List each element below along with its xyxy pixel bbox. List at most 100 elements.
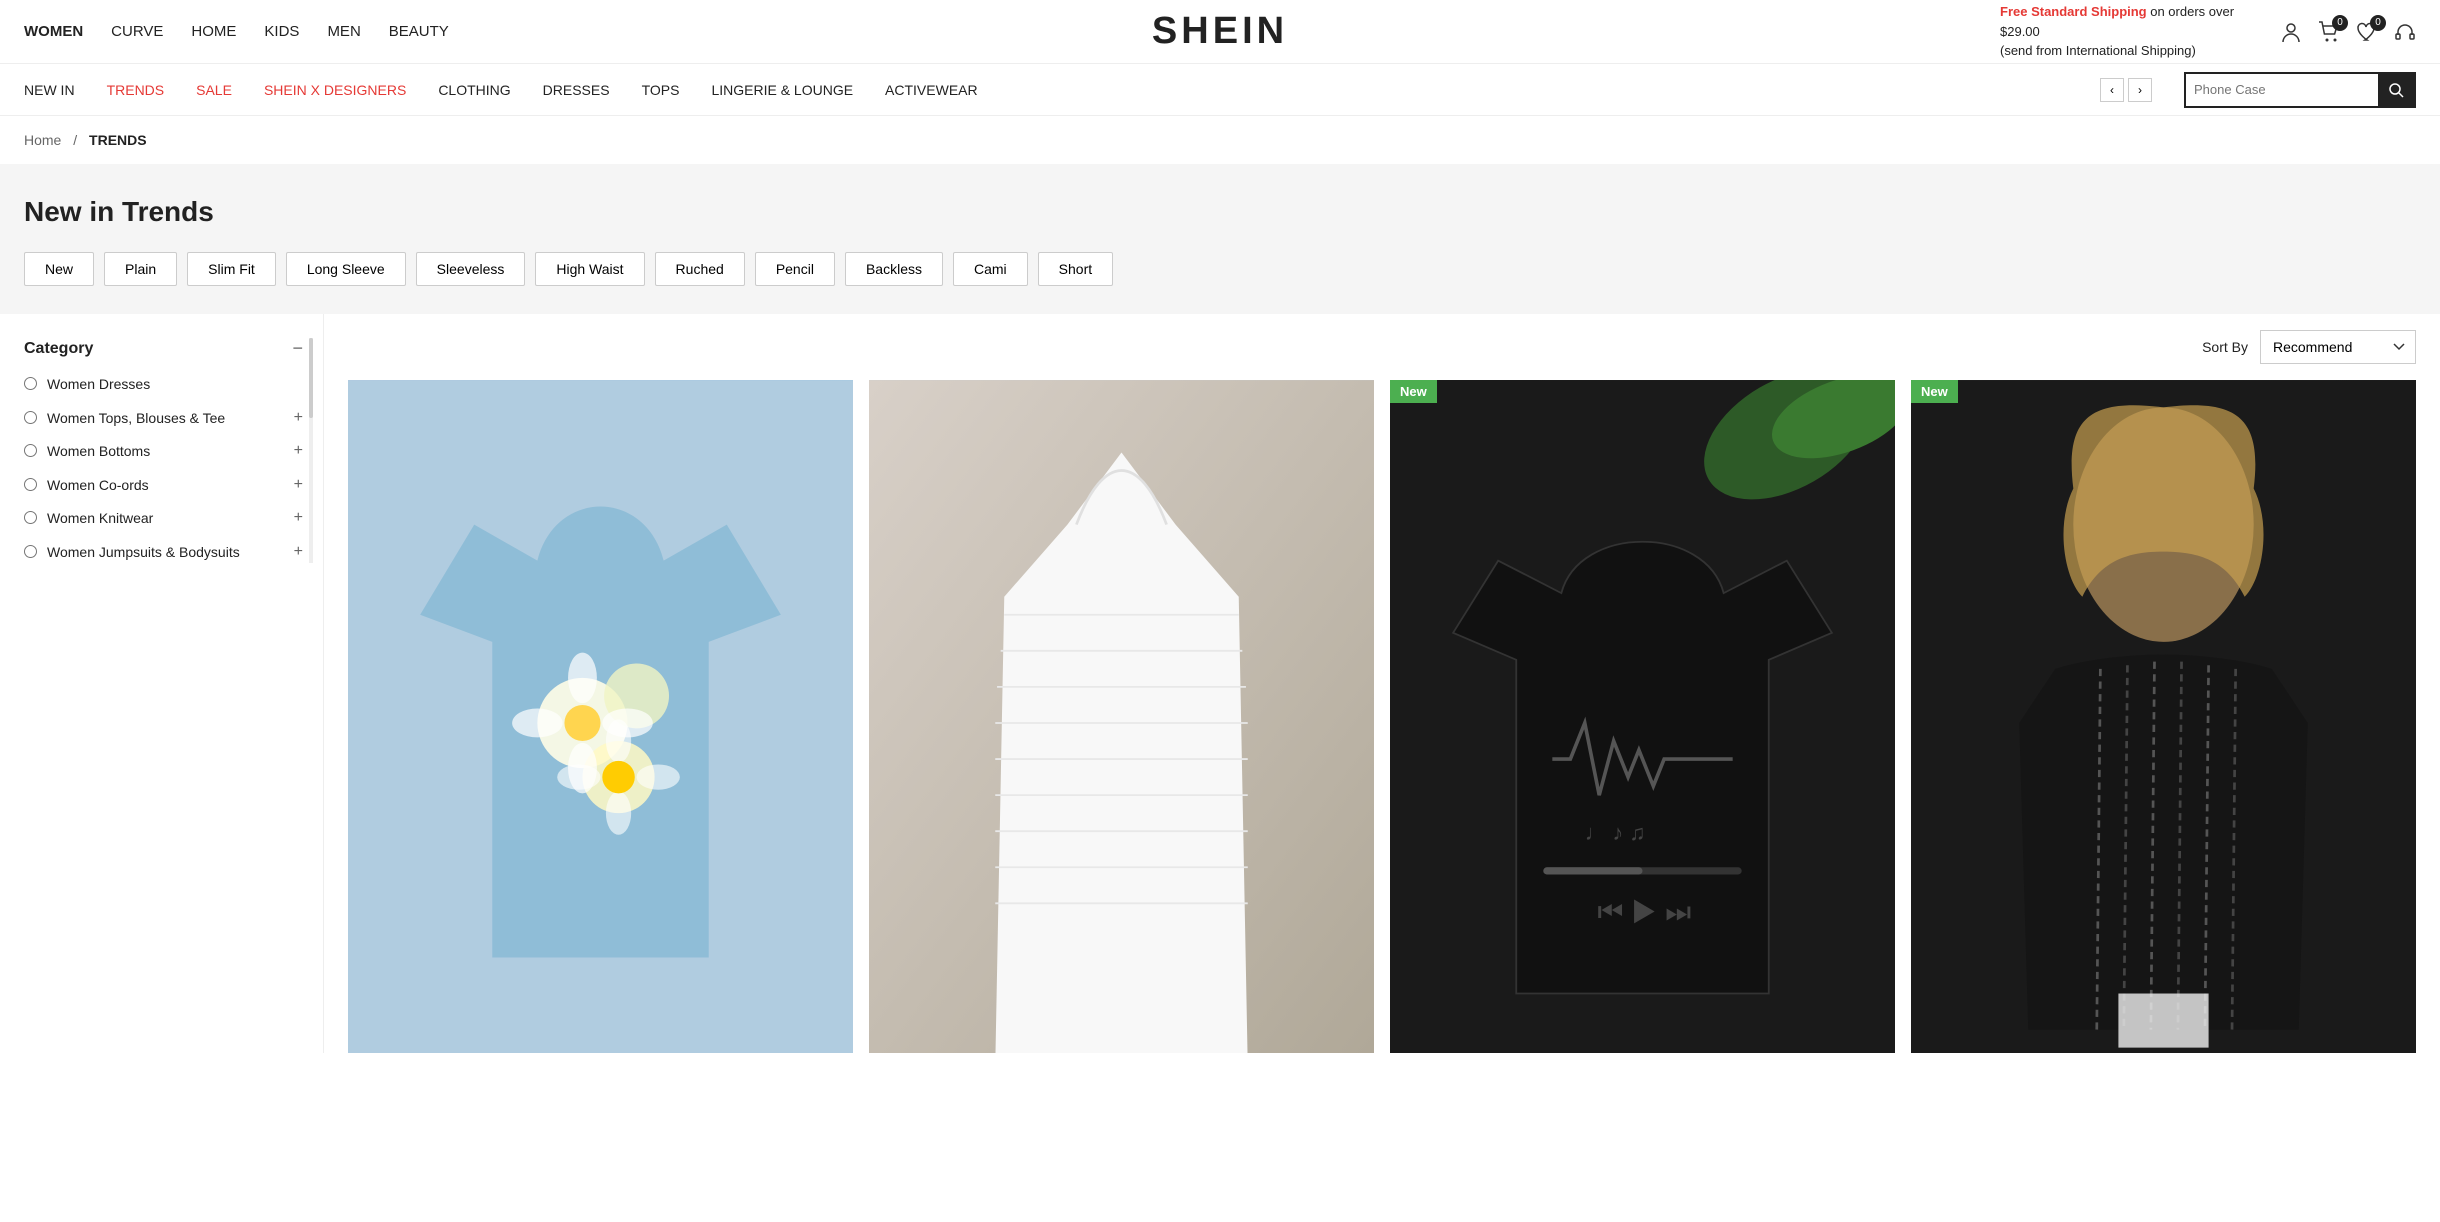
category-radio-bottoms[interactable] bbox=[24, 444, 37, 457]
shipping-info: Free Standard Shipping on orders over $2… bbox=[2000, 2, 2260, 61]
sec-nav-lingerie[interactable]: LINGERIE & LOUNGE bbox=[711, 82, 853, 98]
expand-jumpsuits-button[interactable]: + bbox=[294, 543, 303, 561]
sec-nav-sale[interactable]: SALE bbox=[196, 82, 232, 98]
nav-curve[interactable]: CURVE bbox=[111, 23, 163, 40]
product-area: Sort By Recommend Most Popular Newest Pr… bbox=[324, 314, 2416, 1053]
svg-text:♩ ♪ ♫: ♩ ♪ ♫ bbox=[1585, 820, 1646, 845]
category-radio-knitwear[interactable] bbox=[24, 511, 37, 524]
category-label-bottoms[interactable]: Women Bottoms bbox=[47, 442, 284, 462]
nav-next-arrow[interactable]: › bbox=[2128, 78, 2152, 102]
nav-home[interactable]: HOME bbox=[191, 23, 236, 40]
category-label-knitwear[interactable]: Women Knitwear bbox=[47, 509, 284, 529]
svg-text:⏮ ▶ ⏭: ⏮ ▶ ⏭ bbox=[1597, 896, 1691, 928]
product-image bbox=[1911, 380, 2416, 1053]
top-bar: WOMEN CURVE HOME KIDS MEN BEAUTY SHEIN F… bbox=[0, 0, 2440, 64]
product-card[interactable]: New ♩ ♪ ♫ bbox=[1390, 380, 1895, 1053]
sidebar: Category − Women Dresses Women Tops, Blo… bbox=[24, 314, 324, 1053]
account-icon[interactable] bbox=[2280, 21, 2302, 43]
nav-beauty[interactable]: BEAUTY bbox=[389, 23, 449, 40]
sec-nav-dresses[interactable]: DRESSES bbox=[543, 82, 610, 98]
sort-bar: Sort By Recommend Most Popular Newest Pr… bbox=[348, 314, 2416, 380]
shipping-highlight: Free Standard Shipping bbox=[2000, 4, 2147, 19]
sidebar-scroll: Category − Women Dresses Women Tops, Blo… bbox=[24, 338, 303, 563]
product-image bbox=[869, 380, 1374, 1053]
hero-title: New in Trends bbox=[24, 196, 2416, 228]
filter-tags: New Plain Slim Fit Long Sleeve Sleeveles… bbox=[24, 252, 2416, 286]
list-item: Women Dresses bbox=[24, 375, 303, 395]
filter-plain[interactable]: Plain bbox=[104, 252, 177, 286]
category-radio-jumpsuits[interactable] bbox=[24, 545, 37, 558]
search-button[interactable] bbox=[2378, 72, 2414, 108]
filter-backless[interactable]: Backless bbox=[845, 252, 943, 286]
product-card[interactable]: New bbox=[1911, 380, 2416, 1053]
breadcrumb: Home / TRENDS bbox=[0, 116, 2440, 164]
search-box bbox=[2184, 72, 2416, 108]
headset-icon[interactable] bbox=[2394, 21, 2416, 43]
category-label-jumpsuits[interactable]: Women Jumpsuits & Bodysuits bbox=[47, 543, 284, 563]
top-bar-right: Free Standard Shipping on orders over $2… bbox=[2000, 2, 2416, 61]
product-badge-new: New bbox=[1390, 380, 1437, 403]
list-item: Women Co-ords + bbox=[24, 476, 303, 496]
expand-bottoms-button[interactable]: + bbox=[294, 442, 303, 460]
scroll-track[interactable] bbox=[309, 338, 313, 563]
shipping-sub: (send from International Shipping) bbox=[2000, 43, 2196, 58]
sec-nav-activewear[interactable]: ACTIVEWEAR bbox=[885, 82, 978, 98]
product-card[interactable] bbox=[348, 380, 853, 1053]
category-radio-coords[interactable] bbox=[24, 478, 37, 491]
sec-nav-clothing[interactable]: CLOTHING bbox=[438, 82, 510, 98]
product-badge-new: New bbox=[1911, 380, 1958, 403]
icon-group: 0 0 bbox=[2280, 21, 2416, 43]
category-label-coords[interactable]: Women Co-ords bbox=[47, 476, 284, 496]
list-item: Women Knitwear + bbox=[24, 509, 303, 529]
scroll-thumb bbox=[309, 338, 313, 418]
sec-nav-shein-x[interactable]: SHEIN X DESIGNERS bbox=[264, 82, 406, 98]
nav-men[interactable]: MEN bbox=[327, 23, 360, 40]
category-radio-tops[interactable] bbox=[24, 411, 37, 424]
collapse-category-button[interactable]: − bbox=[292, 338, 303, 359]
logo[interactable]: SHEIN bbox=[1152, 10, 1288, 53]
category-header: Category − bbox=[24, 338, 303, 359]
expand-tops-button[interactable]: + bbox=[294, 409, 303, 427]
list-item: Women Tops, Blouses & Tee + bbox=[24, 409, 303, 429]
main-content: Category − Women Dresses Women Tops, Blo… bbox=[0, 314, 2440, 1053]
filter-new[interactable]: New bbox=[24, 252, 94, 286]
expand-coords-button[interactable]: + bbox=[294, 476, 303, 494]
product-image bbox=[348, 380, 853, 1053]
nav-prev-arrow[interactable]: ‹ bbox=[2100, 78, 2124, 102]
category-label-tops[interactable]: Women Tops, Blouses & Tee bbox=[47, 409, 284, 429]
sec-nav-trends[interactable]: TRENDS bbox=[107, 82, 165, 98]
sort-select[interactable]: Recommend Most Popular Newest Price Low … bbox=[2260, 330, 2416, 364]
sec-nav-tops[interactable]: TOPS bbox=[642, 82, 680, 98]
filter-long-sleeve[interactable]: Long Sleeve bbox=[286, 252, 406, 286]
nav-arrows: ‹ › bbox=[2100, 78, 2152, 102]
filter-sleeveless[interactable]: Sleeveless bbox=[416, 252, 526, 286]
filter-pencil[interactable]: Pencil bbox=[755, 252, 835, 286]
expand-knitwear-button[interactable]: + bbox=[294, 509, 303, 527]
filter-ruched[interactable]: Ruched bbox=[655, 252, 745, 286]
breadcrumb-current: TRENDS bbox=[89, 132, 147, 148]
sort-label: Sort By bbox=[2202, 339, 2248, 355]
filter-high-waist[interactable]: High Waist bbox=[535, 252, 644, 286]
wishlist-icon[interactable]: 0 bbox=[2356, 21, 2378, 43]
hero-section: New in Trends New Plain Slim Fit Long Sl… bbox=[0, 164, 2440, 314]
sec-nav-new-in[interactable]: NEW IN bbox=[24, 82, 75, 98]
category-title: Category bbox=[24, 340, 93, 358]
cart-badge: 0 bbox=[2332, 15, 2348, 31]
breadcrumb-home[interactable]: Home bbox=[24, 132, 61, 148]
wishlist-badge: 0 bbox=[2370, 15, 2386, 31]
category-radio-dresses[interactable] bbox=[24, 377, 37, 390]
breadcrumb-separator: / bbox=[73, 132, 77, 148]
nav-women[interactable]: WOMEN bbox=[24, 23, 83, 40]
list-item: Women Bottoms + bbox=[24, 442, 303, 462]
product-image: ♩ ♪ ♫ ⏮ ▶ ⏭ bbox=[1390, 380, 1895, 1053]
filter-slim-fit[interactable]: Slim Fit bbox=[187, 252, 276, 286]
product-card[interactable] bbox=[869, 380, 1374, 1053]
search-input[interactable] bbox=[2186, 82, 2378, 97]
product-grid: New ♩ ♪ ♫ bbox=[348, 380, 2416, 1053]
secondary-nav: NEW IN TRENDS SALE SHEIN X DESIGNERS CLO… bbox=[0, 64, 2440, 116]
nav-kids[interactable]: KIDS bbox=[264, 23, 299, 40]
category-label-dresses[interactable]: Women Dresses bbox=[47, 375, 303, 395]
filter-cami[interactable]: Cami bbox=[953, 252, 1028, 286]
cart-icon[interactable]: 0 bbox=[2318, 21, 2340, 43]
filter-short[interactable]: Short bbox=[1038, 252, 1113, 286]
